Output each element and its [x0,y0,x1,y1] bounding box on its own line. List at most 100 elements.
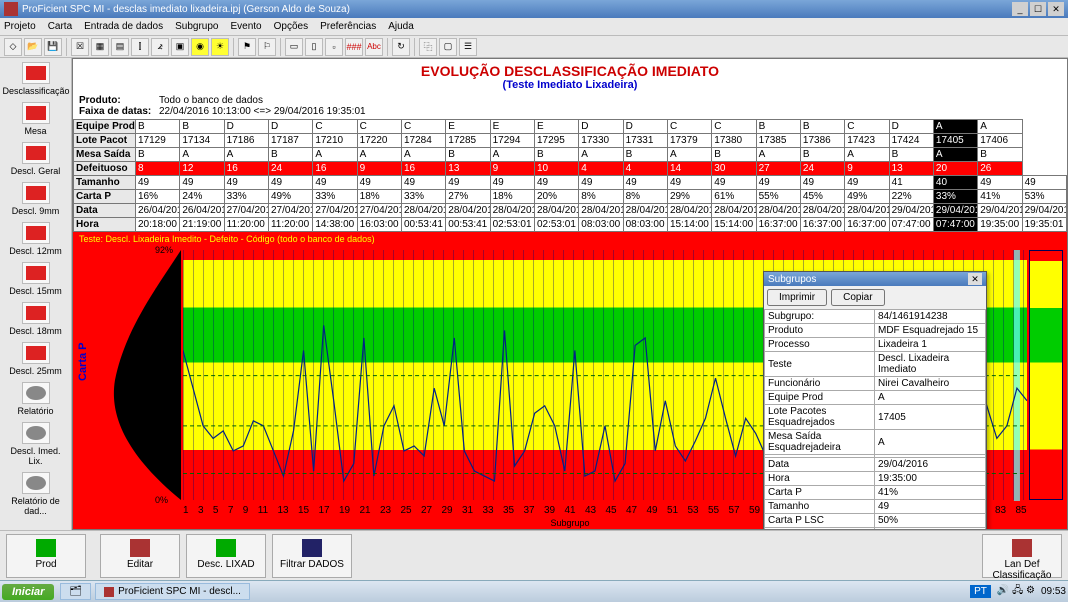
sidebar-item[interactable]: Desclassificação [3,60,69,98]
tb-list[interactable]: ☰ [459,38,477,56]
app-icon [4,2,18,16]
menu-preferências[interactable]: Preferências [320,21,376,32]
table-cell: 29/04/2016 [978,204,1022,218]
taskbar-sep-icon[interactable]: 🗂 [60,583,91,600]
tb-grid[interactable]: ☒ [71,38,89,56]
table-cell: B [534,148,578,162]
popup-cell: A [875,430,986,455]
tb-save[interactable]: 💾 [44,38,62,56]
table-cell: 27/04/2016 [357,204,401,218]
table-cell: 16 [224,162,268,176]
sidebar-icon [22,62,50,84]
table-cell: A [357,148,401,162]
popup-cell: Carta P LSC [765,514,875,528]
popup-print-button[interactable]: Imprimir [767,289,827,306]
tb-win1[interactable]: ▭ [285,38,303,56]
tb-chart[interactable]: ⫿ [131,38,149,56]
popup-copy-button[interactable]: Copiar [831,289,884,306]
table-cell: 13 [889,162,933,176]
action-button[interactable]: Prod [6,534,86,578]
minimize-button[interactable]: _ [1012,2,1028,16]
action-button[interactable]: Lan Def Classificação [982,534,1062,578]
table-cell: 4 [623,162,667,176]
sidebar-item[interactable]: Descl. 18mm [3,300,69,338]
table-cell: 17380 [712,134,756,148]
tb-paste[interactable]: ▢ [439,38,457,56]
popup-cell: 41% [875,486,986,500]
sidebar-item[interactable]: Descl. 15mm [3,260,69,298]
sidebar-item[interactable]: Descl. 25mm [3,340,69,378]
table-row-header: Defeituoso [74,162,136,176]
table-cell: 45% [800,190,844,204]
tb-refresh[interactable]: ↻ [392,38,410,56]
table-cell: D [623,120,667,134]
menu-ajuda[interactable]: Ajuda [388,21,414,32]
table-cell: 49% [845,190,889,204]
menu-projeto[interactable]: Projeto [4,21,36,32]
subgroup-popup[interactable]: Subgrupos ✕ Imprimir Copiar Subgrupo:84/… [763,271,987,530]
menu-opções[interactable]: Opções [274,21,308,32]
tb-trend[interactable]: ⦨ [151,38,169,56]
chart-xlabel: Subgrupo [550,518,589,528]
maximize-button[interactable]: ☐ [1030,2,1046,16]
tb-abc[interactable]: Abc [365,38,383,56]
table-cell: 27/04/2016 [313,204,357,218]
popup-close-button[interactable]: ✕ [968,273,982,285]
action-icon [130,539,150,557]
table-cell: 28/04/2016 [490,204,534,218]
action-button[interactable]: Filtrar DADOS [272,534,352,578]
close-button[interactable]: ✕ [1048,2,1064,16]
table-cell: 16:37:00 [800,218,844,232]
table-cell: A [933,120,977,134]
faixa-value: 22/04/2016 10:13:00 <=> 29/04/2016 19:35… [159,106,366,117]
tb-hash[interactable]: ### [345,38,363,56]
tb-flag1[interactable]: ⚑ [238,38,256,56]
tb-new[interactable]: ◇ [4,38,22,56]
sidebar-item[interactable]: Descl. 12mm [3,220,69,258]
action-icon [216,539,236,557]
table-cell: 14:38:00 [313,218,357,232]
table-cell: 28/04/2016 [446,204,490,218]
sidebar-item[interactable]: Descl. 9mm [3,180,69,218]
menu-subgrupo[interactable]: Subgrupo [175,21,218,32]
sidebar-item[interactable]: Descl. Geral [3,140,69,178]
tb-open[interactable]: 📂 [24,38,42,56]
sidebar-item[interactable]: Relatório [3,380,69,418]
table-cell: B [889,148,933,162]
menu-entrada de dados[interactable]: Entrada de dados [84,21,163,32]
popup-cell: A [875,391,986,405]
menu-evento[interactable]: Evento [230,21,261,32]
tb-form[interactable]: ▣ [171,38,189,56]
action-button[interactable]: Desc. LIXAD [186,534,266,578]
table-cell: 49 [268,176,312,190]
table-cell: 49 [136,176,180,190]
sidebar-item[interactable]: Relatório de dad... [3,470,69,518]
tb-win3[interactable]: ▫ [325,38,343,56]
tb-win2[interactable]: ▯ [305,38,323,56]
start-button[interactable]: Iniciar [2,584,54,600]
tb-yellow2[interactable]: ☀ [211,38,229,56]
table-cell: 61% [712,190,756,204]
popup-cell: MDF Esquadrejado 15 [875,324,986,338]
table-cell: A [490,148,534,162]
menu-carta[interactable]: Carta [48,21,72,32]
tb-table1[interactable]: ▦ [91,38,109,56]
tb-copy[interactable]: ⿻ [419,38,437,56]
table-cell: 17285 [446,134,490,148]
table-cell: 27/04/2016 [224,204,268,218]
tb-flag2[interactable]: ⚐ [258,38,276,56]
sidebar-item[interactable]: Descl. Imed. Lix. [3,420,69,468]
taskbar-item-app[interactable]: ProFicient SPC MI - descl... [95,583,250,600]
action-button[interactable]: Editar [100,534,180,578]
table-cell: 49 [1022,176,1066,190]
table-cell: 07:47:00 [889,218,933,232]
table-row-header: Equipe Prod [74,120,136,134]
sidebar-item[interactable]: Mesa [3,100,69,138]
table-cell: D [579,120,623,134]
table-cell: 17129 [136,134,180,148]
tb-table2[interactable]: ▤ [111,38,129,56]
tray-icons[interactable]: 🔊 🖧 ⚙ [997,583,1035,600]
tray-lang[interactable]: PT [970,585,991,598]
tb-yellow1[interactable]: ◉ [191,38,209,56]
sidebar-label: Relatório de dad... [3,496,69,516]
